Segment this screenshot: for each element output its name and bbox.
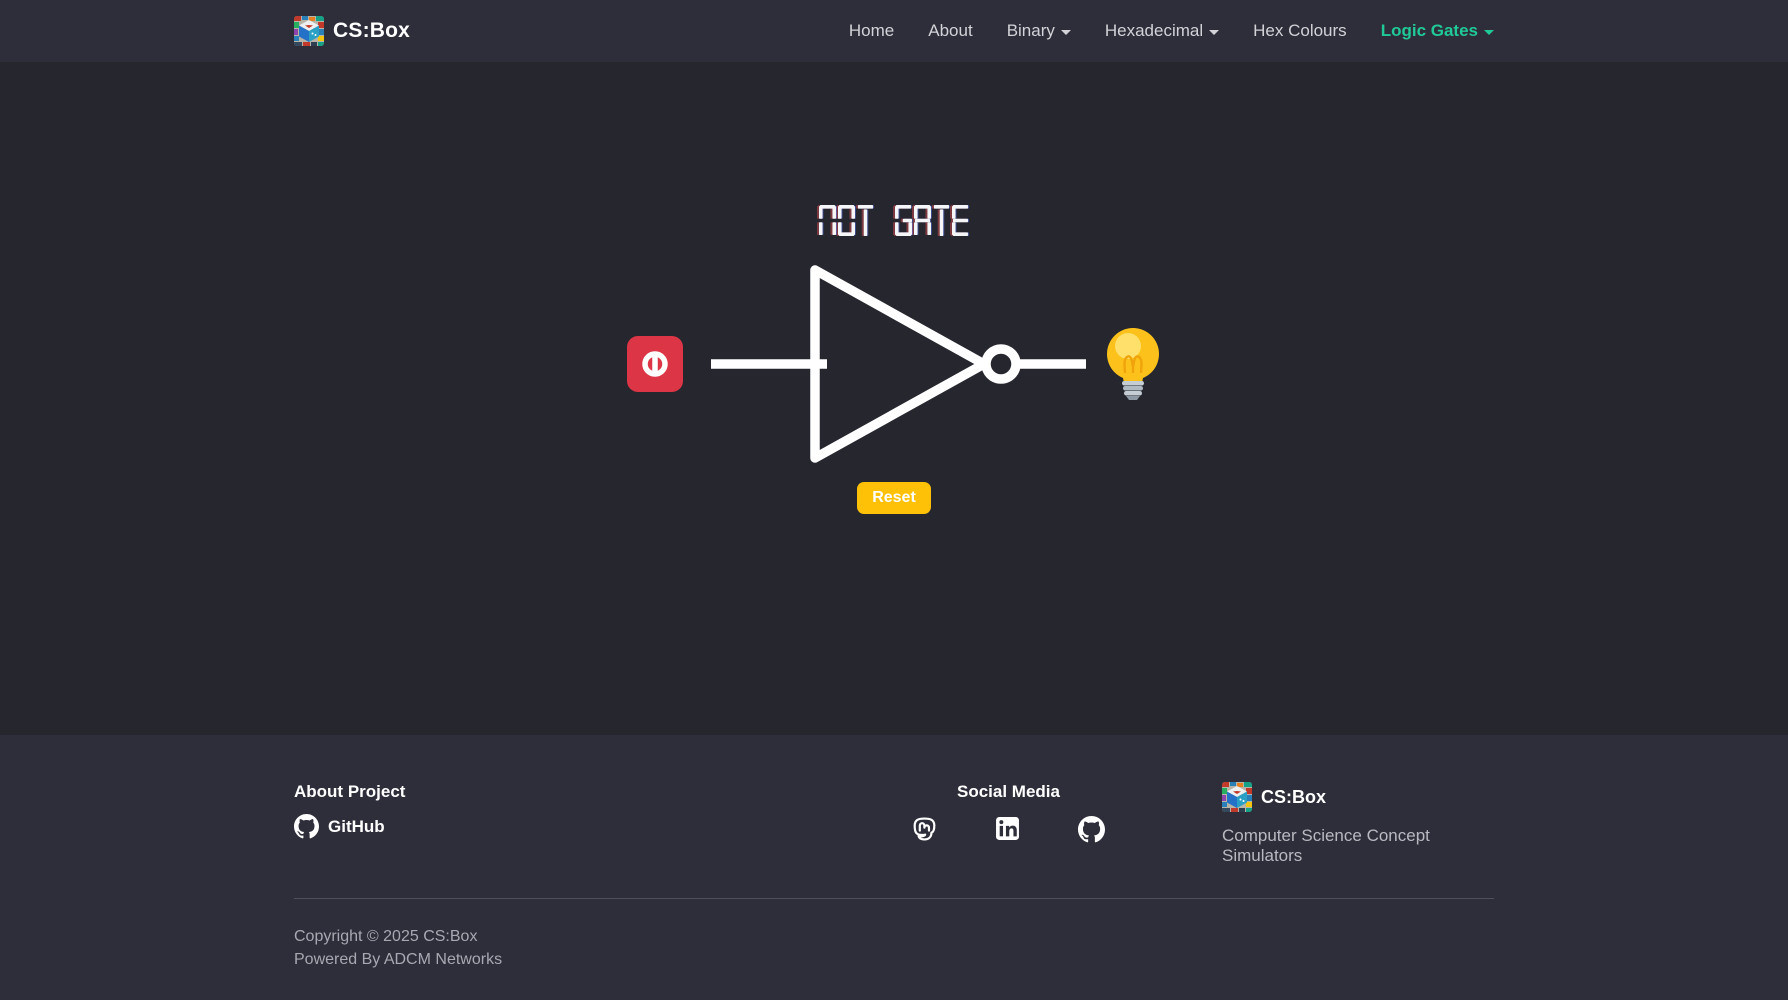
nav-label: About <box>928 21 972 41</box>
chevron-down-icon <box>1484 30 1494 35</box>
copyright-text: Copyright © 2025 CS:Box <box>294 925 1494 948</box>
reset-button[interactable]: Reset <box>857 482 931 514</box>
nav-label: Hexadecimal <box>1105 21 1203 41</box>
footer-brand-column: CS:Box Computer Science Concept Simulato… <box>1222 782 1494 866</box>
github-link-label: GitHub <box>328 817 385 837</box>
footer: About Project GitHub Social Media <box>0 735 1788 1000</box>
csbox-logo-icon <box>294 16 324 46</box>
input-toggle-button[interactable] <box>627 336 683 392</box>
chevron-down-icon <box>1209 30 1219 35</box>
nav-item-logic-gates[interactable]: Logic Gates <box>1381 21 1494 41</box>
brand-name: CS:Box <box>333 19 410 43</box>
github-link[interactable]: GitHub <box>294 814 405 839</box>
not-gate-simulator: Reset <box>0 62 1788 514</box>
not-gate-schematic <box>711 244 1086 484</box>
main-content: Reset <box>0 62 1788 735</box>
linkedin-icon <box>995 816 1020 841</box>
csbox-logo-icon <box>1222 782 1252 812</box>
nav-item-hex-colours[interactable]: Hex Colours <box>1253 21 1347 41</box>
navbar: CS:Box Home About Binary Hexadecimal Hex… <box>0 0 1788 62</box>
nav-item-binary[interactable]: Binary <box>1007 21 1071 41</box>
nav-label: Hex Colours <box>1253 21 1347 41</box>
footer-divider <box>294 898 1494 899</box>
footer-social-column: Social Media <box>906 782 1111 848</box>
github-icon <box>1078 816 1105 843</box>
power-off-icon <box>639 348 671 380</box>
nav-label: Logic Gates <box>1381 21 1478 41</box>
brand-link[interactable]: CS:Box <box>294 16 410 46</box>
nav-item-home[interactable]: Home <box>849 21 894 41</box>
nav-label: Home <box>849 21 894 41</box>
chevron-down-icon <box>1061 30 1071 35</box>
light-bulb-icon <box>1105 327 1161 401</box>
nav-label: Binary <box>1007 21 1055 41</box>
mastodon-icon <box>912 816 937 842</box>
linkedin-link[interactable] <box>995 816 1020 848</box>
mastodon-link[interactable] <box>912 816 937 848</box>
powered-by-text: Powered By ADCM Networks <box>294 948 1494 971</box>
about-project-heading: About Project <box>294 782 405 802</box>
nav-item-hexadecimal[interactable]: Hexadecimal <box>1105 21 1219 41</box>
social-media-heading: Social Media <box>906 782 1111 802</box>
github-icon <box>294 814 319 839</box>
nav-item-about[interactable]: About <box>928 21 972 41</box>
gate-title <box>819 205 969 236</box>
github-social-link[interactable] <box>1078 816 1105 848</box>
footer-about-column: About Project GitHub <box>294 782 405 839</box>
footer-brand-name: CS:Box <box>1261 787 1326 808</box>
footer-tagline: Computer Science Concept Simulators <box>1222 826 1494 866</box>
gate-diagram-row <box>627 244 1161 484</box>
nav-menu: Home About Binary Hexadecimal Hex Colour… <box>849 21 1494 41</box>
